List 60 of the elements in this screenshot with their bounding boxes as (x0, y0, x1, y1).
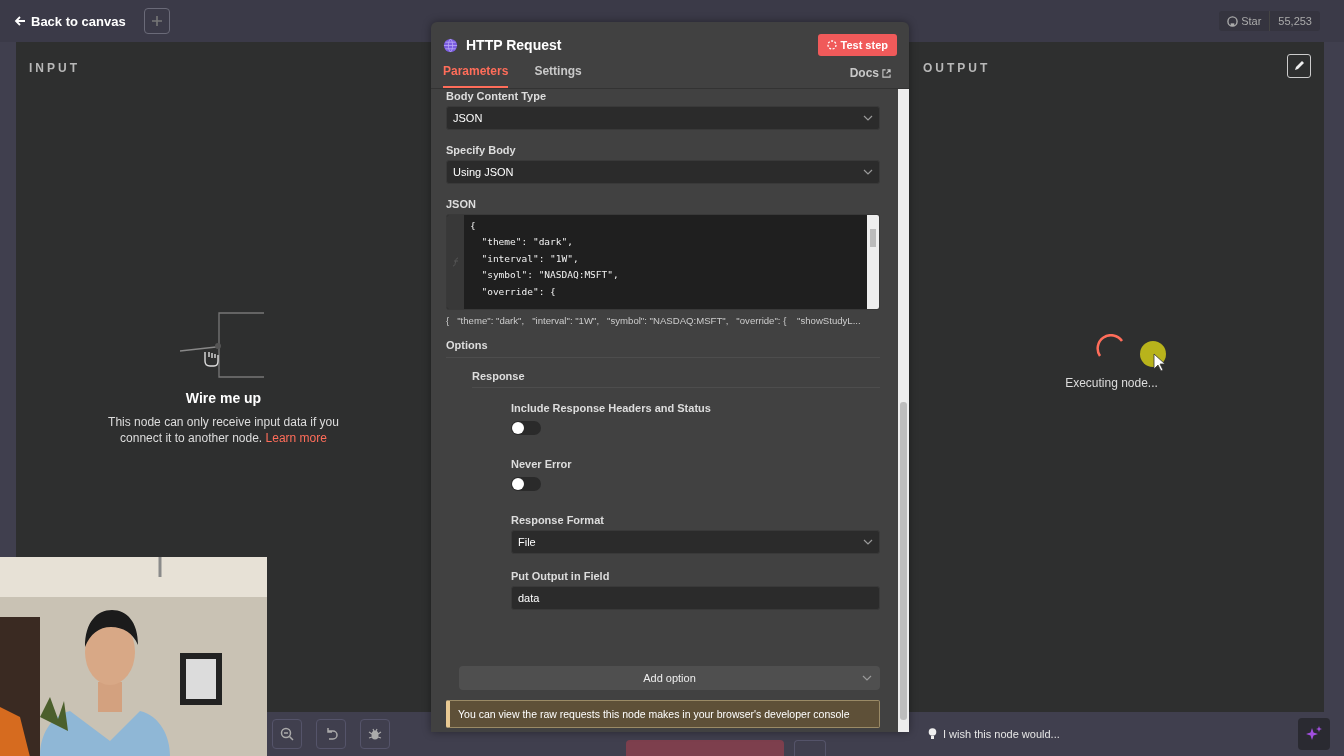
toggle-switch[interactable] (511, 421, 541, 435)
select-field[interactable]: JSON (446, 106, 880, 130)
empty-state-message: This node can only receive input data if you connect it to another node. Learn more (107, 414, 340, 446)
node-title: HTTP Request (466, 37, 563, 53)
chevron-down-icon (862, 675, 872, 681)
field-label: JSON (446, 198, 477, 210)
globe-icon (443, 37, 458, 53)
function-icon (450, 257, 461, 267)
tab[interactable]: Settings (534, 64, 582, 88)
add-icon[interactable] (143, 8, 170, 34)
scrollbar[interactable] (867, 215, 879, 309)
tab[interactable]: Parameters (443, 64, 509, 88)
info-notice: You can view the raw requests this node makes in your browser's developer console (446, 700, 880, 728)
chevron-down-icon (863, 169, 873, 175)
arrow-left-icon (14, 15, 26, 27)
select-field[interactable]: Using JSON (446, 160, 880, 184)
scrollbar-thumb[interactable] (870, 229, 876, 247)
external-link-icon (882, 68, 891, 78)
lightbulb-icon (928, 728, 937, 740)
scrollbar-thumb[interactable] (900, 402, 907, 720)
field-label: Specify Body (446, 144, 517, 156)
spinner-icon (826, 40, 837, 50)
panel-title: INPUT (28, 60, 81, 77)
panel-title: OUTPUT (922, 60, 992, 77)
code-line: "override": { (480, 284, 557, 299)
code-line: "interval": "1W", (480, 251, 580, 266)
github-icon (1227, 15, 1239, 27)
chevron-down-icon (863, 115, 873, 121)
field-label: Response Format (511, 514, 605, 526)
execution-status: Executing node... (1065, 376, 1158, 390)
zoom-out-icon[interactable] (272, 719, 302, 749)
add-option-button[interactable]: Add option (459, 666, 880, 690)
learn-more-link[interactable]: Learn more (265, 431, 327, 445)
chevron-down-icon (863, 539, 873, 545)
docs-link[interactable]: Docs (843, 65, 897, 88)
select-field[interactable]: File (511, 530, 880, 554)
edit-button[interactable] (1287, 54, 1311, 78)
code-editor[interactable]: { "theme": "dark", "interval": "1W", "symbol": "NASDAQ:MSFT", "override": { (446, 214, 880, 310)
toggle-switch[interactable] (511, 477, 541, 491)
empty-state-heading: Wire me up (185, 390, 262, 406)
field-label: Include Response Headers and Status (511, 402, 712, 414)
json-preview: { "theme": "dark", "interval": "1W", "symbol": "NASDAQ:MSFT", "override": { "showStudyL... (446, 315, 862, 326)
undo-icon[interactable] (316, 719, 346, 749)
code-line: { (470, 219, 477, 233)
scrollbar[interactable] (898, 89, 909, 732)
back-link[interactable]: Back to canvas (14, 13, 126, 29)
sparkle-icon[interactable] (1298, 718, 1330, 750)
section-title: Options (446, 339, 880, 358)
bug-icon[interactable] (360, 719, 390, 749)
field-label: Never Error (511, 458, 573, 470)
group-title: Response (472, 358, 880, 388)
feedback-field[interactable]: I wish this node would... (928, 728, 1143, 740)
code-line: "theme": "dark", (480, 235, 574, 250)
input-field[interactable]: data (511, 586, 880, 610)
code-line: "symbol": "NASDAQ:MSFT", (480, 268, 620, 283)
field-label: Body Content Type (446, 90, 547, 102)
github-star-button[interactable]: Star 55,253 (1219, 11, 1320, 31)
cursor-icon (1139, 340, 1169, 374)
pencil-icon (1293, 60, 1305, 72)
field-label: Put Output in Field (511, 570, 611, 582)
